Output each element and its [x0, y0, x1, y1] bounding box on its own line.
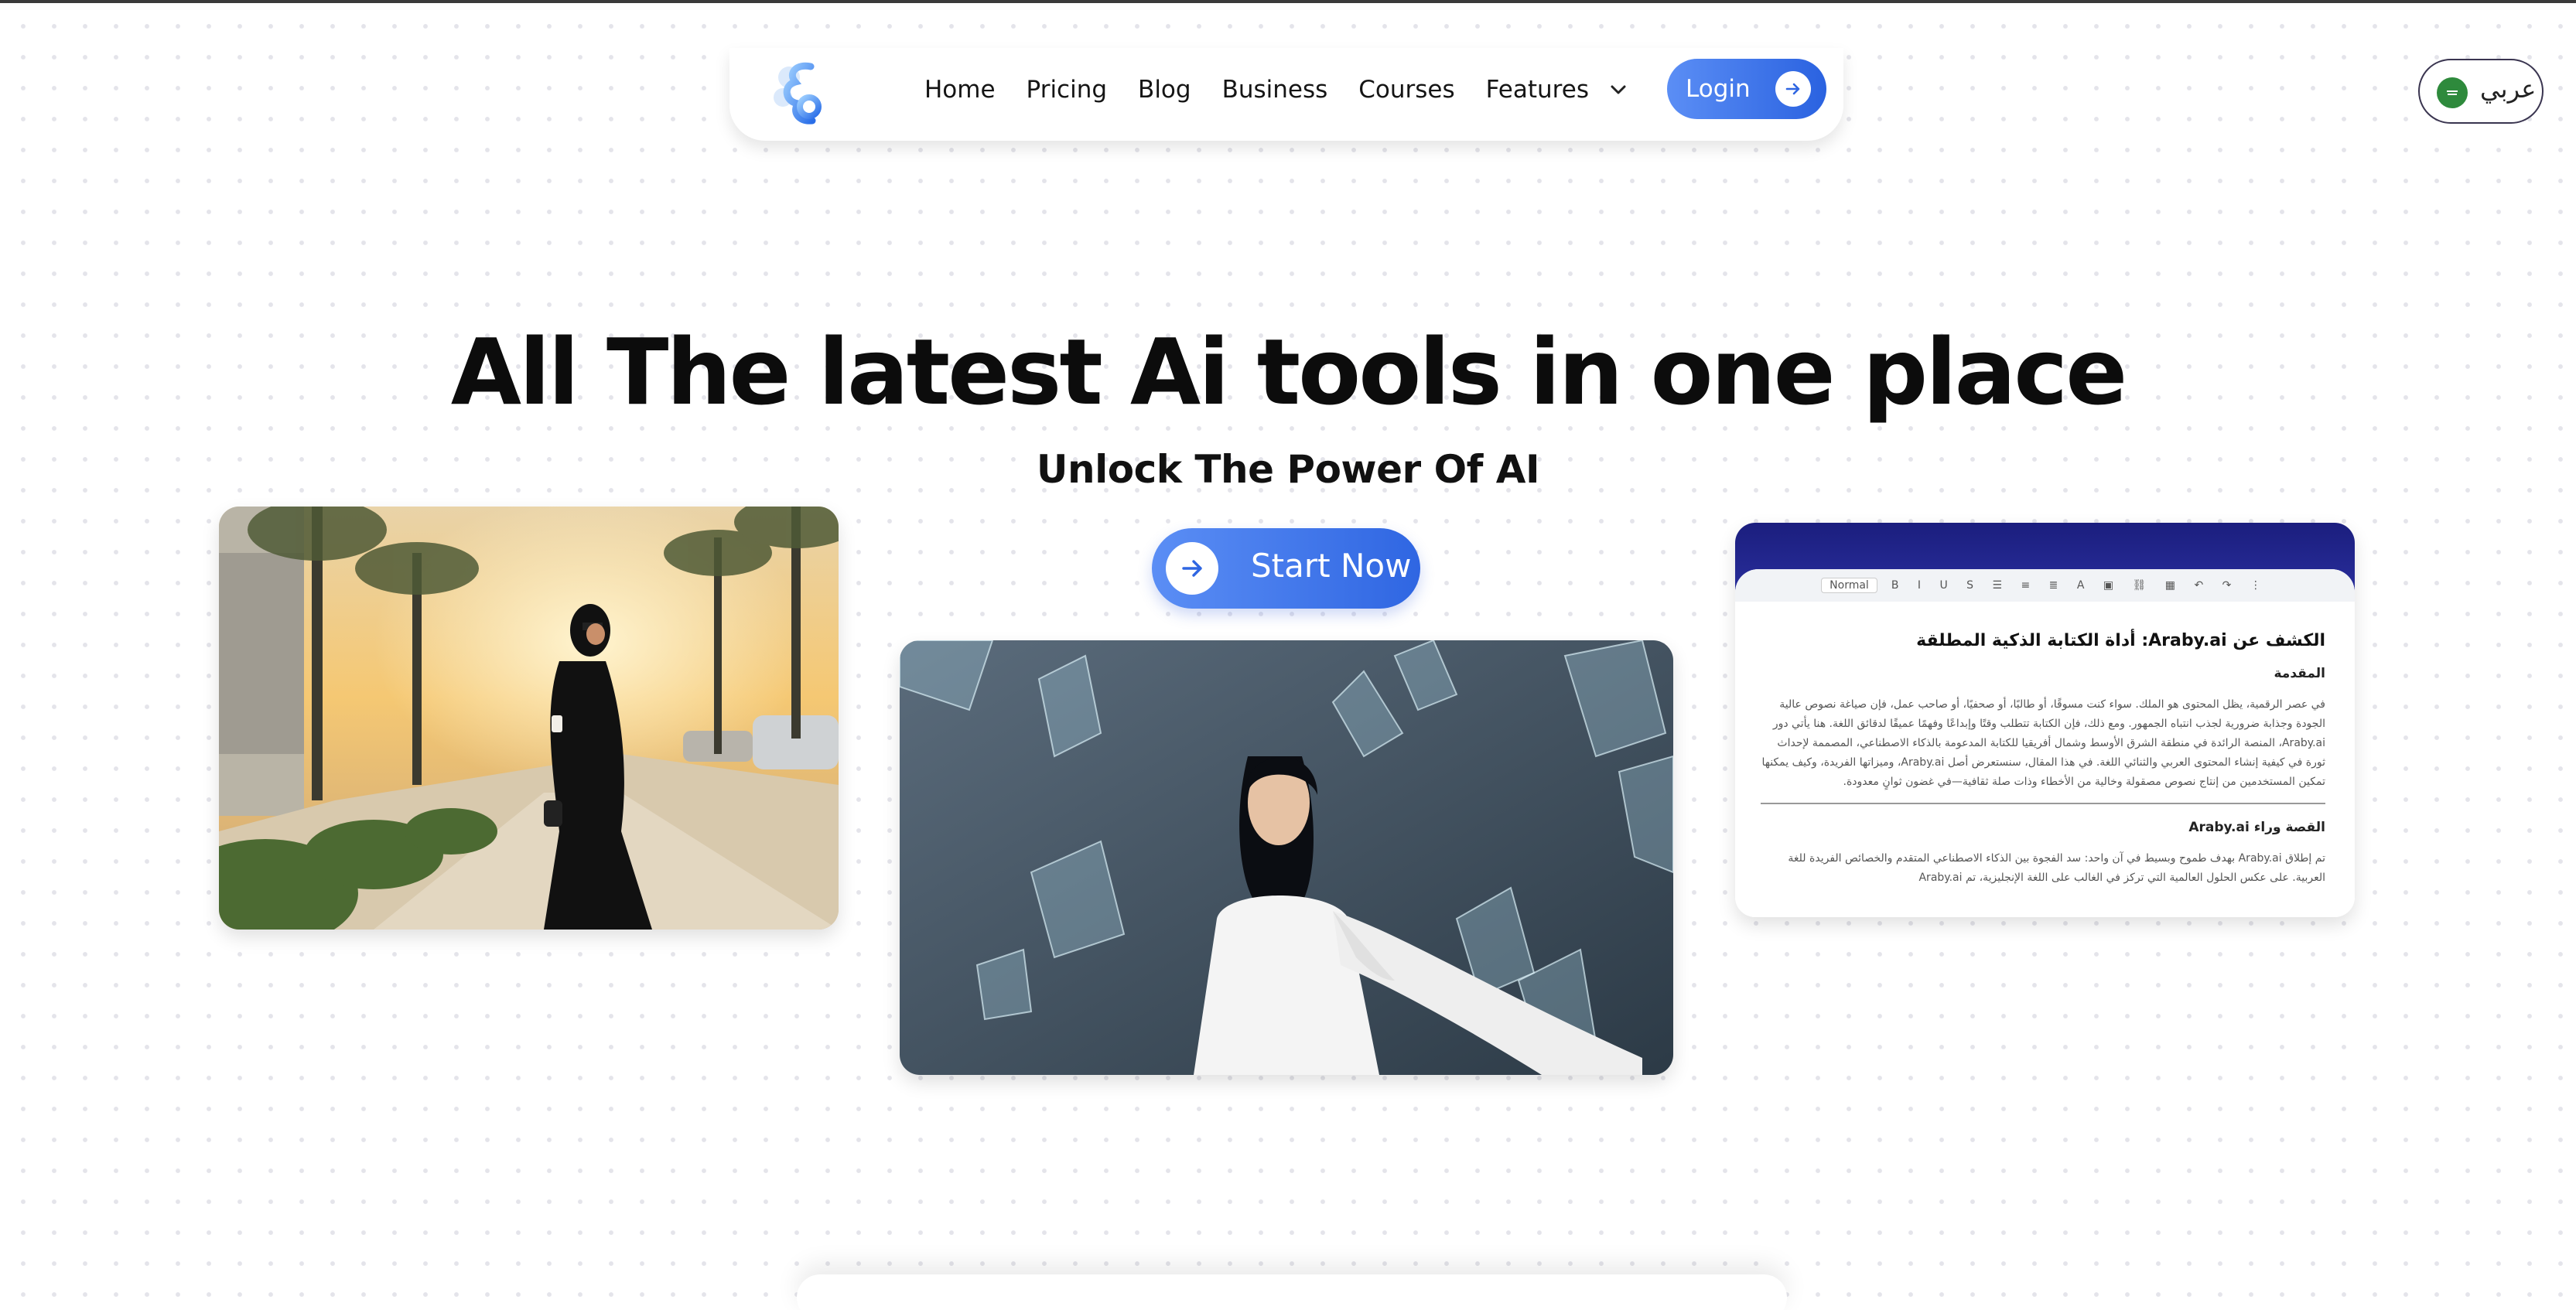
logo-icon[interactable]	[766, 56, 835, 130]
arrow-right-icon	[1775, 71, 1811, 107]
formatting-icons[interactable]: B I U S ☰ ≡ ≣ A ▣ ⛓ ▦ ↶ ↷ ⋮	[1891, 579, 2269, 592]
nav-pricing[interactable]: Pricing	[1027, 76, 1108, 104]
editor-toolbar: Normal B I U S ☰ ≡ ≣ A ▣ ⛓ ▦ ↶ ↷ ⋮	[1735, 569, 2355, 602]
hero-subtitle: Unlock The Power Of AI	[1036, 447, 1540, 492]
start-now-button[interactable]: Start Now	[1152, 528, 1420, 609]
nav-features-dropdown[interactable]: Features	[1486, 76, 1631, 104]
language-switch-button[interactable]: عربي	[2418, 59, 2544, 124]
doc-editor-body: Normal B I U S ☰ ≡ ≣ A ▣ ⛓ ▦ ↶ ↷ ⋮ الكشف…	[1735, 569, 2355, 917]
nav-blog[interactable]: Blog	[1138, 76, 1191, 104]
saudi-flag-icon	[2437, 77, 2468, 108]
hero-image-woman-glass	[900, 640, 1673, 1075]
doc-intro-paragraph: في عصر الرقمية، يظل المحتوى هو الملك. سو…	[1761, 698, 2325, 788]
start-now-label: Start Now	[1251, 547, 1412, 585]
language-label: عربي	[2480, 74, 2537, 104]
text-style-select[interactable]: Normal	[1821, 578, 1877, 593]
next-section-edge	[797, 1274, 1787, 1310]
login-label: Login	[1686, 75, 1751, 103]
nav-features-label: Features	[1485, 76, 1589, 104]
doc-editor-card: Normal B I U S ☰ ≡ ≣ A ▣ ⛓ ▦ ↶ ↷ ⋮ الكشف…	[1735, 523, 2355, 917]
login-button[interactable]: Login	[1667, 59, 1826, 119]
nav-links: Home Pricing Blog Business Courses Featu…	[924, 48, 1662, 131]
nav-home[interactable]: Home	[924, 76, 996, 104]
nav-business[interactable]: Business	[1222, 76, 1328, 104]
chevron-down-icon	[1606, 77, 1631, 102]
doc-story-heading: القصة وراء Araby.ai	[2188, 820, 2325, 835]
doc-intro-heading: المقدمة	[2274, 666, 2326, 681]
nav-courses[interactable]: Courses	[1358, 76, 1454, 104]
doc-story-paragraph: تم إطلاق Araby.ai بهدف طموح وبسيط في آن …	[1788, 852, 2325, 884]
doc-divider	[1761, 803, 2325, 804]
doc-heading: الكشف عن Araby.ai: أداة الكتابة الذكية ا…	[1916, 631, 2325, 650]
hero-image-woman-walking	[219, 507, 839, 930]
doc-content: الكشف عن Araby.ai: أداة الكتابة الذكية ا…	[1761, 631, 2325, 899]
window-top-border	[0, 0, 2576, 3]
arrow-right-icon	[1166, 542, 1218, 595]
hero-title: All The latest Ai tools in one place	[450, 319, 2128, 425]
navbar: Home Pricing Blog Business Courses Featu…	[729, 48, 1843, 141]
